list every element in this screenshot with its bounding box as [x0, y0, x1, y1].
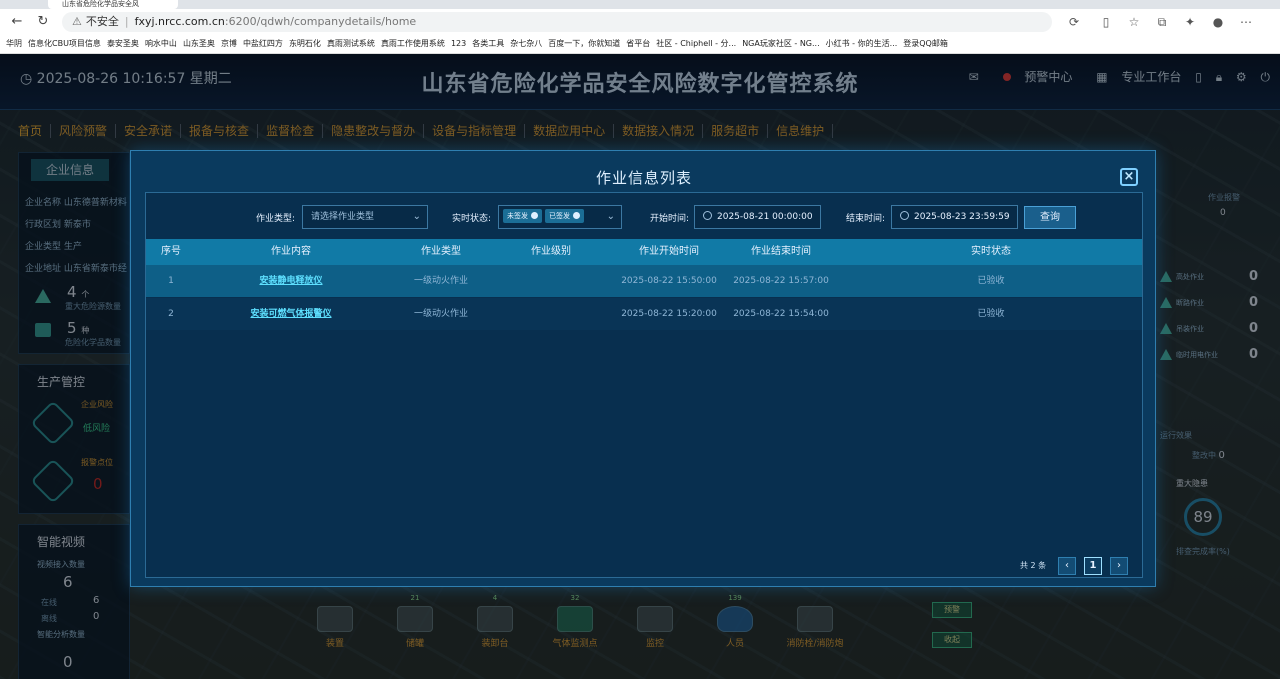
security-label: 不安全 [85, 15, 119, 28]
end-time-value: 2025-08-23 23:59:59 [914, 212, 1010, 222]
cell-end: 2025-08-22 15:54:00 [733, 309, 829, 319]
start-time-label: 开始时间: [650, 214, 690, 224]
more-icon[interactable]: ⋯ [1238, 14, 1254, 30]
url-host: fxyj.nrcc.com.cn [134, 15, 225, 28]
status-select[interactable]: 未签发 已签发 ⌄ [498, 205, 622, 229]
bookmark-item[interactable]: 响水中山 [145, 34, 177, 53]
cell-no: 1 [168, 276, 174, 286]
filter-status-label: 实时状态: [452, 214, 492, 224]
bookmark-item[interactable]: 登录QQ邮箱 [903, 34, 948, 53]
table-row[interactable]: 1 安装静电释放仪 一级动火作业 2025-08-22 15:50:00 202… [146, 265, 1142, 297]
col-no: 序号 [161, 246, 181, 257]
split-view-icon[interactable]: ▯ [1098, 14, 1114, 30]
cell-end: 2025-08-22 15:57:00 [733, 276, 829, 286]
favorites-icon[interactable]: ☆ [1126, 14, 1142, 30]
start-time-value: 2025-08-21 00:00:00 [717, 212, 813, 222]
modal-title: 作业信息列表 [595, 169, 692, 187]
back-icon[interactable]: ← [8, 13, 26, 31]
table-header: 序号 作业内容 作业类型 作业级别 作业开始时间 作业结束时间 实时状态 [146, 239, 1142, 265]
clock-icon [900, 211, 909, 220]
col-content: 作业内容 [271, 246, 311, 257]
bookmark-item[interactable]: 东明石化 [289, 34, 321, 53]
url-separator: | [124, 15, 129, 28]
browser-tab-title: 山东省危险化学品安全风 [62, 0, 139, 8]
bookmark-item[interactable]: 百度一下，你就知道 [548, 34, 620, 53]
total-count: 共 2 条 [1020, 561, 1047, 570]
refresh-page-icon[interactable]: ⟳ [1066, 14, 1082, 30]
col-end: 作业结束时间 [751, 246, 811, 257]
cell-no: 2 [168, 309, 174, 319]
col-level: 作业级别 [531, 246, 571, 257]
bookmark-item[interactable]: 真雨测试系统 [327, 34, 375, 53]
bookmark-item[interactable]: 信息化CBU项目信息 [28, 34, 101, 53]
work-type-select[interactable]: 请选择作业类型 ⌄ [302, 205, 428, 229]
bookmarks-bar: 华阴 信息化CBU项目信息 泰安圣奥 响水中山 山东圣奥 京博 中盐红四方 东明石化 真雨测试系… [0, 34, 1280, 54]
status-tag[interactable]: 未签发 [503, 209, 542, 223]
clock-icon [703, 211, 712, 220]
profile-icon[interactable]: ● [1210, 14, 1226, 30]
cell-start: 2025-08-22 15:50:00 [621, 276, 717, 286]
collections-icon[interactable]: ⧉ [1154, 14, 1170, 30]
filter-bar: 作业类型: 请选择作业类型 ⌄ 实时状态: 未签发 已签发 ⌄ 开始时间: 2025-… [146, 193, 1142, 239]
table-row[interactable]: 2 安装可燃气体报警仪 一级动火作业 2025-08-22 15:20:00 2… [146, 298, 1142, 330]
url-path: :6200/qdwh/companydetails/home [224, 15, 417, 28]
cell-content-link[interactable]: 安装可燃气体报警仪 [231, 298, 351, 330]
next-page-icon[interactable]: › [1110, 557, 1128, 575]
col-type: 作业类型 [421, 246, 461, 257]
bookmark-item[interactable]: 各类工具 [472, 34, 504, 53]
modal-body: 作业类型: 请选择作业类型 ⌄ 实时状态: 未签发 已签发 ⌄ 开始时间: 2025-… [145, 192, 1143, 578]
cell-status: 已验收 [977, 309, 1005, 319]
browser-toolbar: ← ↻ ⚠ 不安全 | fxyj.nrcc.com.cn:6200/qdwh/comp… [0, 9, 1280, 34]
cell-content-link[interactable]: 安装静电释放仪 [231, 265, 351, 297]
cell-type: 一级动火作业 [413, 309, 468, 319]
bookmark-item[interactable]: 泰安圣奥 [107, 34, 139, 53]
bookmark-item[interactable]: 山东圣奥 [183, 34, 215, 53]
col-status: 实时状态 [971, 246, 1011, 257]
chevron-down-icon: ⌄ [412, 211, 421, 222]
reload-icon[interactable]: ↻ [34, 13, 52, 31]
browser-tab[interactable]: 山东省危险化学品安全风 [48, 0, 178, 9]
bookmark-item[interactable]: NGA玩家社区 - NG... [742, 34, 819, 53]
work-info-modal: 作业信息列表 × 作业类型: 请选择作业类型 ⌄ 实时状态: 未签发 已签发 ⌄ 开始… [130, 150, 1156, 587]
end-time-label: 结束时间: [846, 214, 886, 224]
status-tag[interactable]: 已签发 [545, 209, 584, 223]
filter-type-label: 作业类型: [256, 214, 296, 224]
warning-icon: ⚠ [72, 15, 82, 28]
browser-tabstrip: 山东省危险化学品安全风 [0, 0, 1280, 9]
cell-type: 一级动火作业 [413, 276, 468, 286]
work-type-placeholder: 请选择作业类型 [311, 212, 375, 222]
bookmark-item[interactable]: 中盐红四方 [243, 34, 283, 53]
cell-start: 2025-08-22 15:20:00 [621, 309, 717, 319]
end-time-input[interactable]: 2025-08-23 23:59:59 [891, 205, 1018, 229]
bookmark-item[interactable]: 社区 - Chiphell - 分... [656, 34, 736, 53]
tag-remove-icon[interactable] [573, 212, 580, 219]
bookmark-item[interactable]: 省平台 [626, 34, 650, 53]
col-start: 作业开始时间 [639, 246, 699, 257]
query-button[interactable]: 查询 [1024, 206, 1076, 229]
bookmark-item[interactable]: 京博 [221, 34, 237, 53]
bookmark-item[interactable]: 123 [451, 34, 466, 53]
bookmark-item[interactable]: 小红书 - 你的生活... [826, 34, 898, 53]
bookmark-item[interactable]: 杂七杂八 [510, 34, 542, 53]
bookmark-item[interactable]: 华阴 [6, 34, 22, 53]
close-icon[interactable]: × [1120, 168, 1138, 186]
chevron-down-icon: ⌄ [606, 211, 615, 222]
address-bar[interactable]: ⚠ 不安全 | fxyj.nrcc.com.cn:6200/qdwh/companyd… [62, 12, 1052, 32]
extensions-icon[interactable]: ✦ [1182, 14, 1198, 30]
page-button-current[interactable]: 1 [1084, 557, 1102, 575]
bookmark-item[interactable]: 真雨工作使用系统 [381, 34, 445, 53]
prev-page-icon[interactable]: ‹ [1058, 557, 1076, 575]
cell-status: 已验收 [977, 276, 1005, 286]
start-time-input[interactable]: 2025-08-21 00:00:00 [694, 205, 821, 229]
tag-remove-icon[interactable] [531, 212, 538, 219]
